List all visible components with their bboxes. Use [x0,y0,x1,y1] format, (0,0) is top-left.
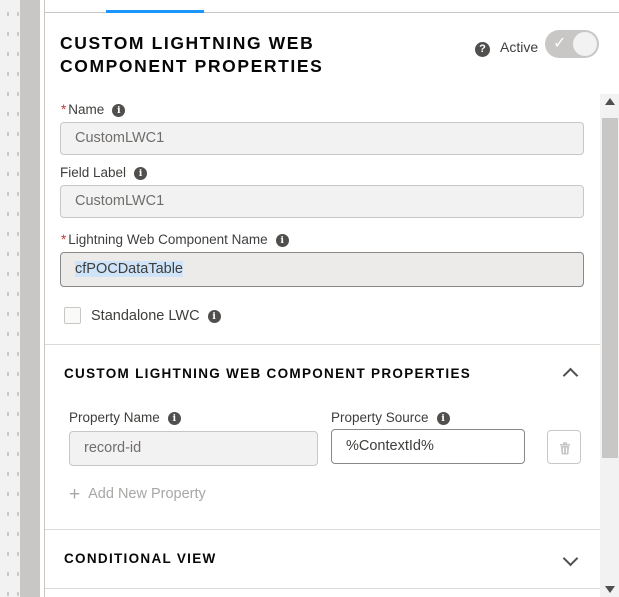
tab-properties-active-indicator[interactable] [106,10,204,13]
question-circle-icon[interactable]: ? [475,42,490,57]
plus-icon: + [69,484,81,505]
panel-resize-rail[interactable] [20,0,40,597]
properties-scroll-area: * Name i CustomLWC1 Field Label i CustomLWC… [45,94,600,597]
property-source-label-row: Property Source i [331,410,450,425]
info-icon[interactable]: i [275,234,289,247]
scroll-down-arrow-icon[interactable] [605,586,615,593]
conditional-view-section-title[interactable]: CONDITIONAL VIEW [64,551,217,566]
lwc-name-input[interactable]: cfPOCDataTable [60,252,584,287]
canvas-area [0,0,20,597]
check-icon: ✓ [553,35,567,52]
scroll-up-arrow-icon[interactable] [605,98,615,105]
trash-icon [560,442,570,455]
required-mark: * [61,102,67,117]
add-new-property-label: Add New Property [88,486,206,502]
lwc-name-label: Lightning Web Component Name [68,232,268,247]
section-divider [45,588,600,589]
field-label-label: Field Label [60,165,127,180]
name-label: Name [68,102,105,117]
required-mark: * [61,232,67,247]
lwc-name-label-row: * Lightning Web Component Name i [61,232,289,247]
scrollbar-thumb[interactable] [602,118,618,458]
panel-scrollbar[interactable] [600,94,619,597]
standalone-lwc-label-row: Standalone LWC i [91,308,221,324]
field-label-label-row: Field Label i [60,165,148,180]
info-icon[interactable]: i [207,310,221,323]
name-input[interactable]: CustomLWC1 [60,122,584,155]
properties-panel: CUSTOM LIGHTNING WEB COMPONENT PROPERTIE… [44,0,619,597]
property-source-input[interactable]: %ContextId% [331,429,525,464]
panel-title: CUSTOM LIGHTNING WEB COMPONENT PROPERTIE… [60,33,324,76]
toggle-knob [573,32,597,56]
info-icon[interactable]: i [436,412,450,425]
info-icon[interactable]: i [112,104,126,117]
info-icon[interactable]: i [134,167,148,180]
lwc-name-value: cfPOCDataTable [75,261,183,277]
info-icon[interactable]: i [167,412,181,425]
field-label-input[interactable]: CustomLWC1 [60,185,584,218]
property-name-label-row: Property Name i [69,410,181,425]
delete-property-button[interactable] [547,430,581,464]
section-divider [45,529,600,530]
custom-props-section-title[interactable]: CUSTOM LIGHTNING WEB COMPONENT PROPERTIE… [64,366,471,381]
name-label-row: * Name i [61,102,126,117]
property-name-label: Property Name [69,410,160,425]
standalone-lwc-label: Standalone LWC [91,308,200,324]
add-new-property-button[interactable]: + Add New Property [69,484,206,506]
active-toggle[interactable]: ✓ [545,30,599,58]
standalone-lwc-checkbox[interactable] [64,307,81,324]
property-source-label: Property Source [331,410,429,425]
chevron-up-icon[interactable] [562,367,579,384]
section-divider [45,344,600,345]
active-label: Active [500,39,539,55]
chevron-down-icon[interactable] [562,550,579,567]
property-name-input[interactable]: record-id [69,431,318,466]
